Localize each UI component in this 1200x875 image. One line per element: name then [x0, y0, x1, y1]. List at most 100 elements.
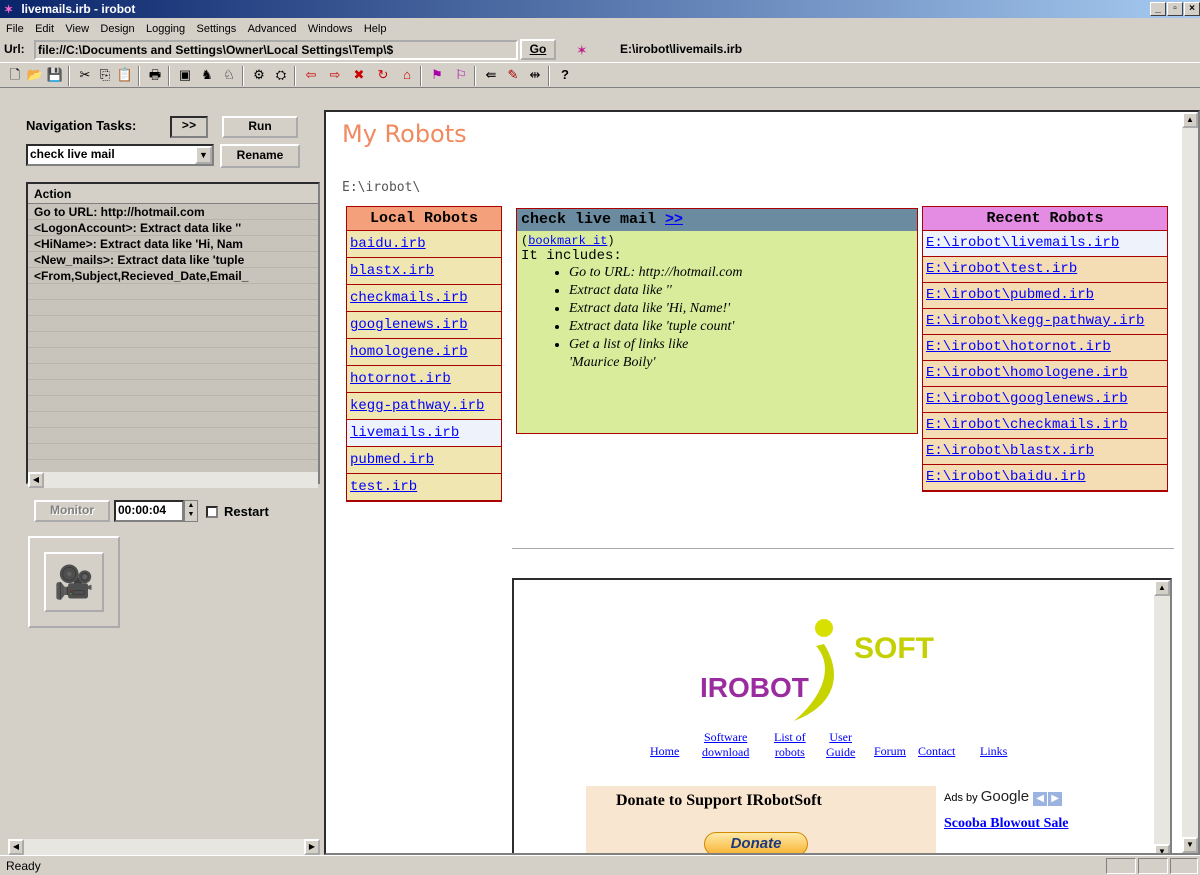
record-icon[interactable]: ⚙ — [250, 66, 268, 84]
home-icon[interactable]: ⌂ — [398, 66, 416, 84]
window-icon[interactable]: ▣ — [176, 66, 194, 84]
recent-robot-link[interactable]: E:\irobot\pubmed.irb — [923, 283, 1167, 309]
action-row[interactable]: Go to URL: http://hotmail.com — [28, 204, 318, 220]
save-icon[interactable]: 💾 — [46, 66, 64, 84]
nav-contact-link[interactable]: Contact — [918, 744, 955, 759]
extract-icon[interactable]: ⛭ — [272, 66, 290, 84]
maximize-button[interactable]: ▫ — [1167, 2, 1183, 16]
action-column-header[interactable]: Action — [28, 184, 318, 204]
recent-robot-link[interactable]: E:\irobot\blastx.irb — [923, 439, 1167, 465]
action-list[interactable]: Action Go to URL: http://hotmail.com <Lo… — [26, 182, 320, 484]
menu-settings[interactable]: Settings — [196, 23, 236, 35]
local-robot-link[interactable]: blastx.irb — [347, 258, 501, 285]
new-icon[interactable]: 🗋 — [6, 66, 24, 84]
bookmark-link[interactable]: bookmark it — [528, 234, 607, 248]
cut-icon[interactable]: ✂ — [76, 66, 94, 84]
nav-user-guide-link[interactable]: User Guide — [826, 730, 855, 760]
action-row[interactable]: <From,Subject,Recieved_Date,Email_ — [28, 268, 318, 284]
browser-view[interactable]: My Robots E:\irobot\ Local Robots baidu.… — [324, 110, 1200, 855]
ad-prev-icon[interactable]: ◀ — [1033, 792, 1048, 806]
ad-link[interactable]: Scooba Blowout Sale — [944, 816, 1084, 832]
local-robot-link[interactable]: pubmed.irb — [347, 447, 501, 474]
menu-help[interactable]: Help — [364, 23, 387, 35]
scroll-left-icon[interactable]: ◀ — [8, 839, 24, 855]
refresh-icon[interactable]: ↻ — [374, 66, 392, 84]
menu-advanced[interactable]: Advanced — [248, 23, 297, 35]
action-row[interactable]: <HiName>: Extract data like 'Hi, Nam — [28, 236, 318, 252]
scroll-down-icon[interactable]: ▼ — [1182, 837, 1198, 853]
nav-home-link[interactable]: Home — [650, 744, 679, 759]
timer-spinner[interactable]: ▲ ▼ — [184, 500, 198, 522]
local-robot-link[interactable]: baidu.irb — [347, 231, 501, 258]
remove-task-icon[interactable]: ⚐ — [452, 66, 470, 84]
print-icon[interactable]: 🖶 — [146, 66, 164, 84]
local-robot-link[interactable]: test.irb — [347, 474, 501, 501]
local-robot-link[interactable]: googlenews.irb — [347, 312, 501, 339]
local-robot-link[interactable]: kegg-pathway.irb — [347, 393, 501, 420]
recent-robot-link[interactable]: E:\irobot\kegg-pathway.irb — [923, 309, 1167, 335]
copy-icon[interactable]: ⎘ — [96, 66, 114, 84]
left-panel-hscrollbar[interactable]: ◀ ▶ — [8, 839, 320, 855]
camera-button[interactable]: 🎥 — [28, 536, 120, 628]
scroll-up-icon[interactable]: ▲ — [1182, 112, 1198, 128]
embedded-frame[interactable]: IROBOT SOFT Home Software download List o… — [512, 578, 1172, 853]
edit-icon[interactable]: ✎ — [504, 66, 522, 84]
monitor-button[interactable]: Monitor — [34, 500, 110, 522]
forward-icon[interactable]: ⇨ — [326, 66, 344, 84]
task-select[interactable]: check live mail ▼ — [26, 144, 214, 166]
ad-next-icon[interactable]: ▶ — [1048, 792, 1063, 806]
nav-links-link[interactable]: Links — [980, 744, 1007, 759]
action-row[interactable]: <LogonAccount>: Extract data like '' — [28, 220, 318, 236]
recent-robot-link-selected[interactable]: E:\irobot\livemails.irb — [923, 231, 1167, 257]
local-robot-link-selected[interactable]: livemails.irb — [347, 420, 501, 447]
recent-robot-link[interactable]: E:\irobot\googlenews.irb — [923, 387, 1167, 413]
recent-robot-link[interactable]: E:\irobot\homologene.irb — [923, 361, 1167, 387]
scroll-left-icon[interactable]: ◀ — [28, 472, 44, 488]
menu-file[interactable]: File — [6, 23, 24, 35]
browser-vscrollbar[interactable]: ▲ ▼ — [1182, 112, 1198, 853]
recent-robot-link[interactable]: E:\irobot\test.irb — [923, 257, 1167, 283]
menu-logging[interactable]: Logging — [146, 23, 185, 35]
nav-list-robots-link[interactable]: List of robots — [774, 730, 806, 760]
add-task-icon[interactable]: ⚑ — [428, 66, 446, 84]
menu-view[interactable]: View — [65, 23, 89, 35]
scroll-down-icon[interactable]: ▼ — [1154, 844, 1170, 853]
stop-icon[interactable]: ✖ — [350, 66, 368, 84]
nav-forum-link[interactable]: Forum — [874, 744, 906, 759]
chevron-down-icon[interactable]: ▼ — [195, 146, 212, 164]
menu-edit[interactable]: Edit — [35, 23, 54, 35]
scroll-up-icon[interactable]: ▲ — [1154, 580, 1170, 596]
link-icon[interactable]: ⇚ — [482, 66, 500, 84]
minimize-button[interactable]: _ — [1150, 2, 1166, 16]
nav-toggle-button[interactable]: >> — [170, 116, 208, 138]
recent-robot-link[interactable]: E:\irobot\hotornot.irb — [923, 335, 1167, 361]
url-input[interactable]: file://C:\Documents and Settings\Owner\L… — [34, 40, 518, 60]
go-button[interactable]: Go — [520, 39, 556, 60]
local-robot-link[interactable]: homologene.irb — [347, 339, 501, 366]
timer-input[interactable]: 00:00:04 — [114, 500, 184, 522]
action-row[interactable]: <New_mails>: Extract data like 'tuple — [28, 252, 318, 268]
donate-button[interactable]: Donate — [704, 832, 808, 853]
rename-button[interactable]: Rename — [220, 144, 300, 168]
menu-windows[interactable]: Windows — [308, 23, 353, 35]
back-icon[interactable]: ⇦ — [302, 66, 320, 84]
help-icon[interactable]: ? — [556, 66, 574, 84]
scroll-right-icon[interactable]: ▶ — [304, 839, 320, 855]
local-robot-link[interactable]: checkmails.irb — [347, 285, 501, 312]
recent-robot-link[interactable]: E:\irobot\baidu.irb — [923, 465, 1167, 491]
action-list-hscrollbar[interactable]: ◀ — [28, 472, 318, 488]
robot-step-icon[interactable]: ♘ — [220, 66, 238, 84]
nav-software-link[interactable]: Software download — [702, 730, 749, 760]
robot-run-icon[interactable]: ♞ — [198, 66, 216, 84]
open-icon[interactable]: 📂 — [26, 66, 44, 84]
detail-open-link[interactable]: >> — [665, 211, 683, 228]
run-button[interactable]: Run — [222, 116, 298, 138]
local-robot-link[interactable]: hotornot.irb — [347, 366, 501, 393]
restart-checkbox[interactable] — [206, 506, 218, 518]
recent-robot-link[interactable]: E:\irobot\checkmails.irb — [923, 413, 1167, 439]
embedded-vscrollbar[interactable]: ▲ ▼ — [1154, 580, 1170, 853]
paste-icon[interactable]: 📋 — [116, 66, 134, 84]
jump-icon[interactable]: ⇹ — [526, 66, 544, 84]
menu-design[interactable]: Design — [100, 23, 134, 35]
close-button[interactable]: × — [1184, 2, 1200, 16]
